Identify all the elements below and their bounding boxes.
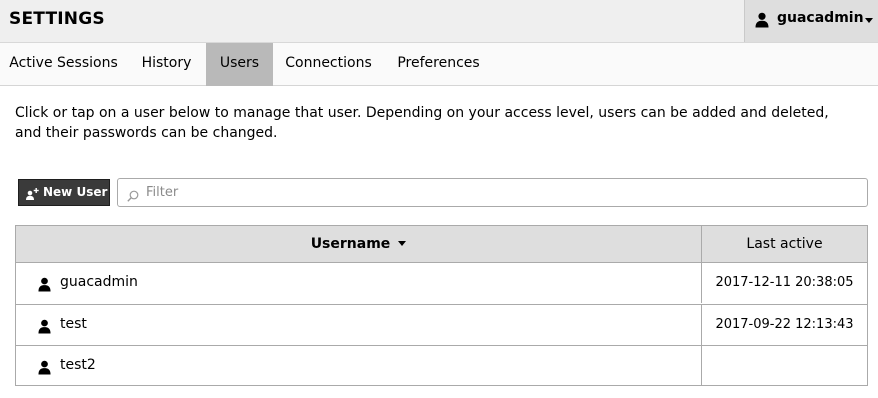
settings-tabs: Active Sessions History Users Connection… — [0, 43, 878, 86]
sort-descending-icon — [398, 240, 407, 246]
user-icon — [38, 360, 51, 379]
page-title: SETTINGS — [9, 9, 105, 29]
tab-history[interactable]: History — [127, 43, 206, 86]
user-icon — [38, 277, 51, 296]
users-table: Username Last active guacadmin 2017-12-1… — [15, 225, 868, 386]
filter-input[interactable] — [146, 183, 846, 202]
tab-active-sessions[interactable]: Active Sessions — [0, 43, 127, 86]
tab-preferences[interactable]: Preferences — [384, 43, 493, 86]
search-icon — [127, 187, 139, 206]
new-user-label: New User — [43, 185, 108, 199]
username-cell: test2 — [60, 357, 96, 373]
page-header: SETTINGS guacadmin — [0, 0, 878, 43]
users-description: Click or tap on a user below to manage t… — [15, 105, 829, 141]
tab-connections[interactable]: Connections — [273, 43, 384, 86]
tab-users[interactable]: Users — [206, 43, 273, 86]
username-cell: test — [60, 316, 87, 332]
filter-field — [117, 178, 868, 207]
user-icon — [755, 12, 769, 32]
last-active-cell — [701, 346, 867, 386]
table-header: Username Last active — [16, 226, 867, 263]
last-active-column-header[interactable]: Last active — [701, 226, 867, 263]
username-column-header[interactable]: Username — [16, 226, 701, 263]
add-user-icon — [26, 188, 39, 203]
table-row[interactable]: test 2017-09-22 12:13:43 — [16, 304, 867, 345]
user-icon — [38, 319, 51, 338]
table-row[interactable]: guacadmin 2017-12-11 20:38:05 — [16, 263, 867, 304]
user-menu-button[interactable]: guacadmin — [744, 0, 878, 42]
new-user-button[interactable]: New User — [18, 179, 110, 206]
last-active-cell: 2017-12-11 20:38:05 — [701, 263, 867, 303]
last-active-cell: 2017-09-22 12:13:43 — [701, 305, 867, 345]
username-cell: guacadmin — [60, 274, 138, 290]
username-column-label: Username — [310, 236, 391, 252]
table-row[interactable]: test2 — [16, 345, 867, 386]
caret-down-icon — [865, 18, 873, 23]
current-username: guacadmin — [777, 10, 864, 26]
